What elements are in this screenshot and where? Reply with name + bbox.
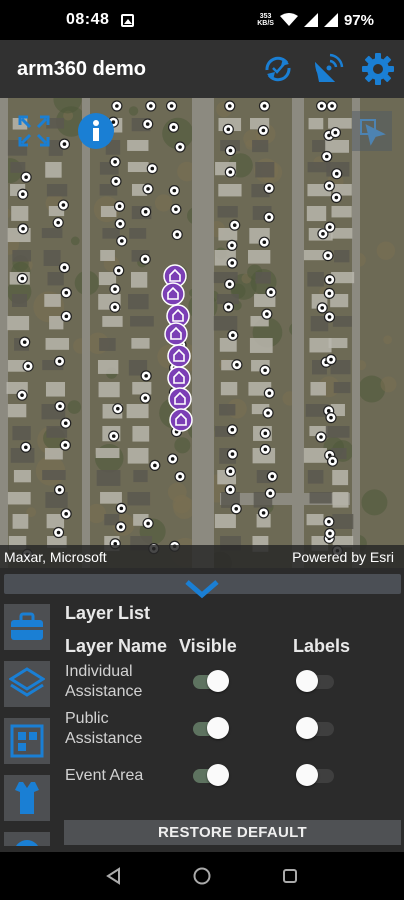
extent-button[interactable] — [14, 111, 54, 151]
full-extent-icon — [18, 115, 50, 147]
side-tab-layers[interactable] — [4, 661, 50, 707]
layer-select-icon — [360, 119, 386, 146]
side-tab-toolbox[interactable] — [4, 604, 50, 650]
toolbox-icon — [11, 612, 43, 640]
esri-attribution[interactable]: Powered by Esri — [292, 549, 394, 565]
column-header-labels: Labels — [293, 636, 351, 656]
visible-toggle[interactable] — [189, 763, 229, 787]
side-tab-shirt[interactable] — [4, 775, 50, 821]
map-tool-button[interactable] — [352, 111, 392, 151]
labels-toggle[interactable] — [296, 669, 336, 693]
labels-toggle[interactable] — [296, 763, 336, 787]
layer-name: Event Area — [65, 767, 144, 784]
satellite-button[interactable] — [310, 51, 346, 87]
home-icon[interactable] — [192, 866, 212, 886]
back-icon[interactable] — [105, 867, 123, 885]
info-icon — [78, 113, 114, 149]
sync-icon — [265, 56, 291, 82]
network-speed: 353 KB/S — [257, 13, 274, 27]
system-nav-bar — [0, 852, 404, 900]
satellite-dish-icon — [315, 53, 344, 82]
status-indicators: 353 KB/S 97% — [257, 12, 374, 29]
status-bar: 08:48 353 KB/S 97% — [0, 0, 404, 40]
map-attribution: Maxar, Microsoft Powered by Esri — [0, 545, 404, 568]
app-actions — [260, 51, 404, 87]
status-time: 08:48 — [66, 11, 110, 28]
portrait-icon — [10, 724, 44, 758]
column-header-name: Layer Name — [65, 636, 168, 656]
shirt-icon — [15, 782, 39, 814]
map-view[interactable] — [0, 98, 404, 568]
visible-toggle[interactable] — [189, 716, 229, 740]
gallery-notification-icon — [121, 13, 135, 27]
layer-name: Public Assistance — [65, 710, 143, 747]
globe-icon — [16, 840, 38, 846]
app-title: arm360 demo — [17, 57, 146, 80]
layers-icon — [9, 667, 45, 697]
wifi-icon — [279, 13, 298, 26]
signal-icon — [303, 13, 318, 27]
visible-toggle[interactable] — [189, 669, 229, 693]
battery-level: 97% — [343, 11, 374, 29]
column-header-visible: Visible — [179, 636, 237, 656]
side-tab-portrait[interactable] — [4, 718, 50, 764]
app-bar: arm360 demo — [0, 40, 404, 98]
layer-list-title: Layer List — [65, 603, 151, 623]
layer-panel — [0, 568, 404, 852]
restore-default-button[interactable]: RESTORE DEFAULT — [64, 820, 401, 845]
sync-button[interactable] — [260, 51, 296, 87]
labels-toggle[interactable] — [296, 716, 336, 740]
signal-2-icon — [323, 13, 338, 27]
recents-icon[interactable] — [281, 867, 299, 885]
settings-button[interactable] — [360, 51, 396, 87]
gear-icon — [362, 53, 394, 85]
layer-name: Individual Assistance — [65, 663, 143, 700]
info-button[interactable] — [76, 111, 116, 151]
chevron-down-icon[interactable] — [184, 576, 220, 600]
panel-side-tabs — [4, 604, 50, 857]
side-tab-globe[interactable] — [4, 832, 50, 846]
satellite-imagery — [0, 98, 404, 568]
map-attribution-source: Maxar, Microsoft — [4, 548, 107, 565]
